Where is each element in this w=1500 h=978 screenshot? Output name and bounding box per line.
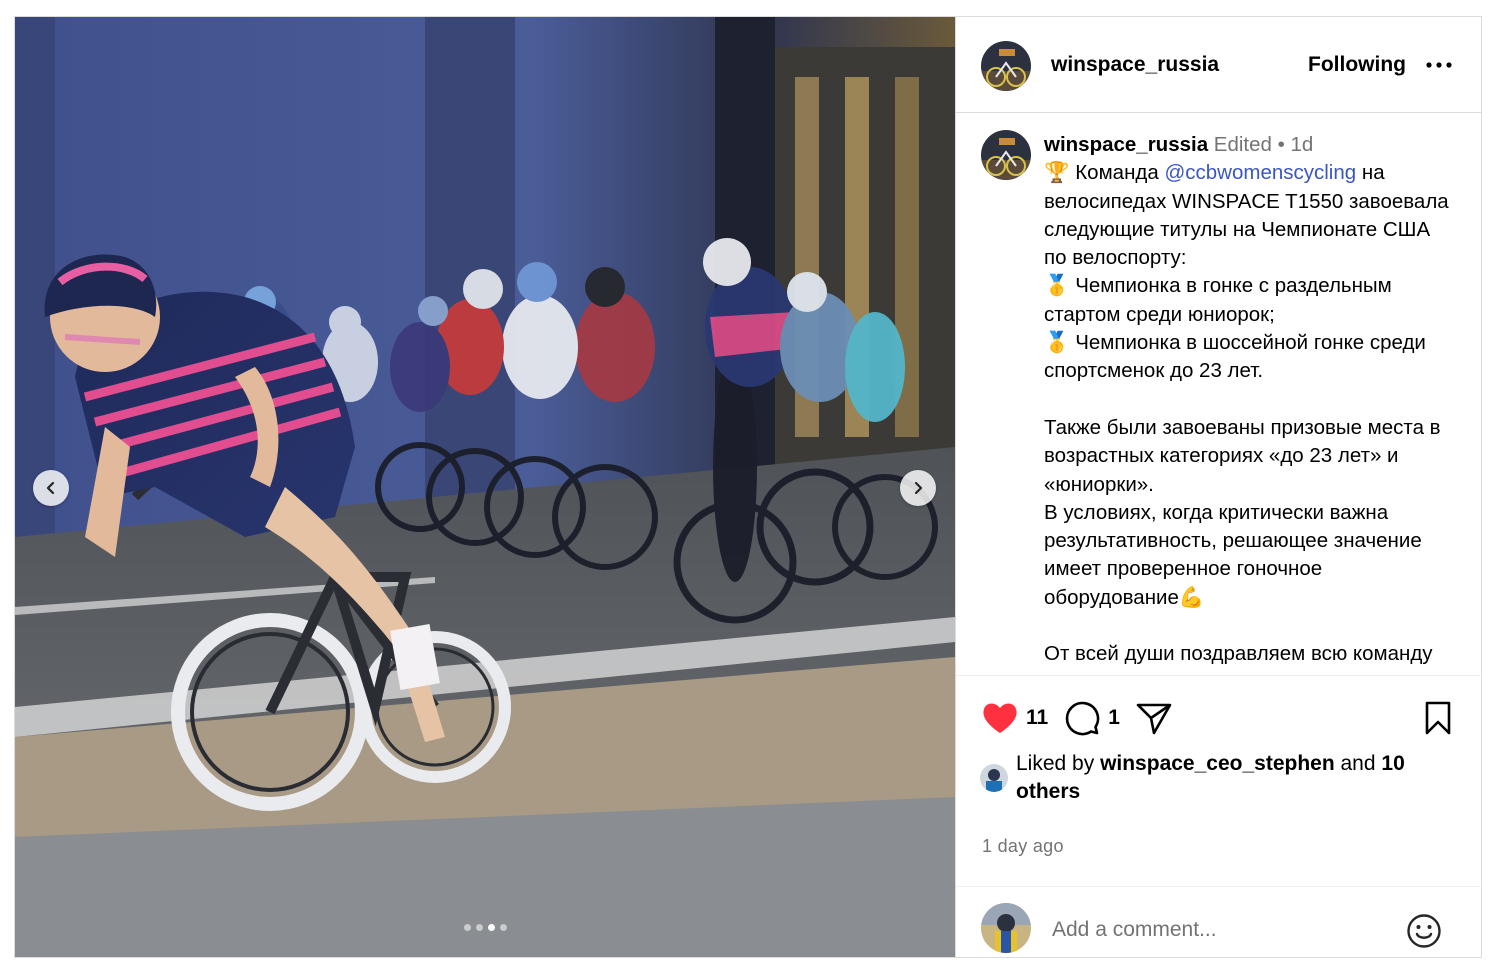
send-icon [1136, 703, 1172, 735]
likes-count[interactable]: 11 [1026, 706, 1048, 730]
carousel-dot [475, 924, 483, 931]
like-button[interactable] [980, 698, 1020, 738]
action-row: 11 1 [980, 698, 1174, 738]
carousel-dot-active [487, 924, 495, 931]
caption-text: winspace_russia Edited • 1d 🏆 Команда @cc… [1044, 131, 1454, 669]
post-age[interactable]: 1d [1291, 133, 1314, 156]
more-horizontal-icon [1426, 62, 1452, 68]
caption-section: winspace_russia Edited • 1d 🏆 Команда @cc… [956, 114, 1482, 674]
emoji-picker-button[interactable] [1406, 913, 1442, 949]
save-button[interactable] [1420, 700, 1456, 736]
post-timestamp[interactable]: 1 day ago [982, 836, 1064, 857]
carousel-indicator [15, 924, 955, 931]
caption-paragraph-3: В условиях, когда критически важна резул… [1044, 500, 1428, 609]
liked-by-user-link[interactable]: winspace_ceo_stephen [1100, 752, 1335, 775]
smiley-face-icon [1407, 914, 1441, 948]
caption-title-2: 🥇 Чемпионка в шоссейной гонке среди спор… [1044, 331, 1432, 383]
author-avatar[interactable] [981, 41, 1031, 91]
post-header: winspace_russia Following [956, 17, 1482, 113]
comment-input[interactable] [1052, 915, 1382, 945]
comment-button[interactable] [1062, 698, 1102, 738]
trophy-emoji: 🏆 [1044, 161, 1070, 185]
chevron-right-icon [914, 481, 923, 495]
comments-count[interactable]: 1 [1108, 706, 1120, 730]
liked-by-and: and [1334, 752, 1382, 775]
current-user-avatar[interactable] [981, 903, 1031, 953]
caption-username[interactable]: winspace_russia [1044, 133, 1208, 156]
caption-title-1: 🥇 Чемпионка в гонке с раздельным стартом… [1044, 274, 1398, 326]
caption-paragraph-2: Также были завоеваны призовые места в во… [1044, 415, 1447, 496]
edited-label: Edited [1213, 133, 1272, 156]
previous-image-button[interactable] [33, 470, 69, 506]
carousel-dot [463, 924, 471, 931]
more-options-button[interactable] [1424, 55, 1454, 75]
share-button[interactable] [1134, 698, 1174, 738]
carousel-dot [499, 924, 507, 931]
post-photo [15, 17, 955, 957]
caption-author-avatar[interactable] [981, 130, 1031, 180]
heart-filled-icon [983, 703, 1017, 733]
caption-paragraph-4: От всей души поздравляем всю команду [1044, 642, 1433, 666]
liker-avatar[interactable] [980, 764, 1008, 792]
next-image-button[interactable] [900, 470, 936, 506]
liked-by-summary: Liked by winspace_ceo_stephen and 10 oth… [980, 750, 1460, 806]
liked-by-prefix: Liked by [1016, 752, 1101, 775]
post-actions: 11 1 Liked by winspace_ceo_stephen and 1… [956, 675, 1482, 957]
meta-separator: • [1277, 133, 1285, 156]
mention-link[interactable]: @ccbwomenscycling [1164, 161, 1356, 184]
caption-line1-prefix: Команда [1069, 161, 1165, 185]
following-button[interactable]: Following [1308, 53, 1406, 77]
post-dialog: winspace_russia Following winspace_russi… [14, 16, 1482, 958]
author-username[interactable]: winspace_russia [1051, 53, 1219, 77]
add-comment-bar [956, 886, 1482, 958]
bookmark-icon [1425, 701, 1451, 735]
post-sidebar: winspace_russia Following winspace_russi… [955, 17, 1482, 957]
chevron-left-icon [46, 481, 55, 495]
post-media[interactable] [15, 17, 955, 957]
comment-icon [1065, 701, 1100, 736]
